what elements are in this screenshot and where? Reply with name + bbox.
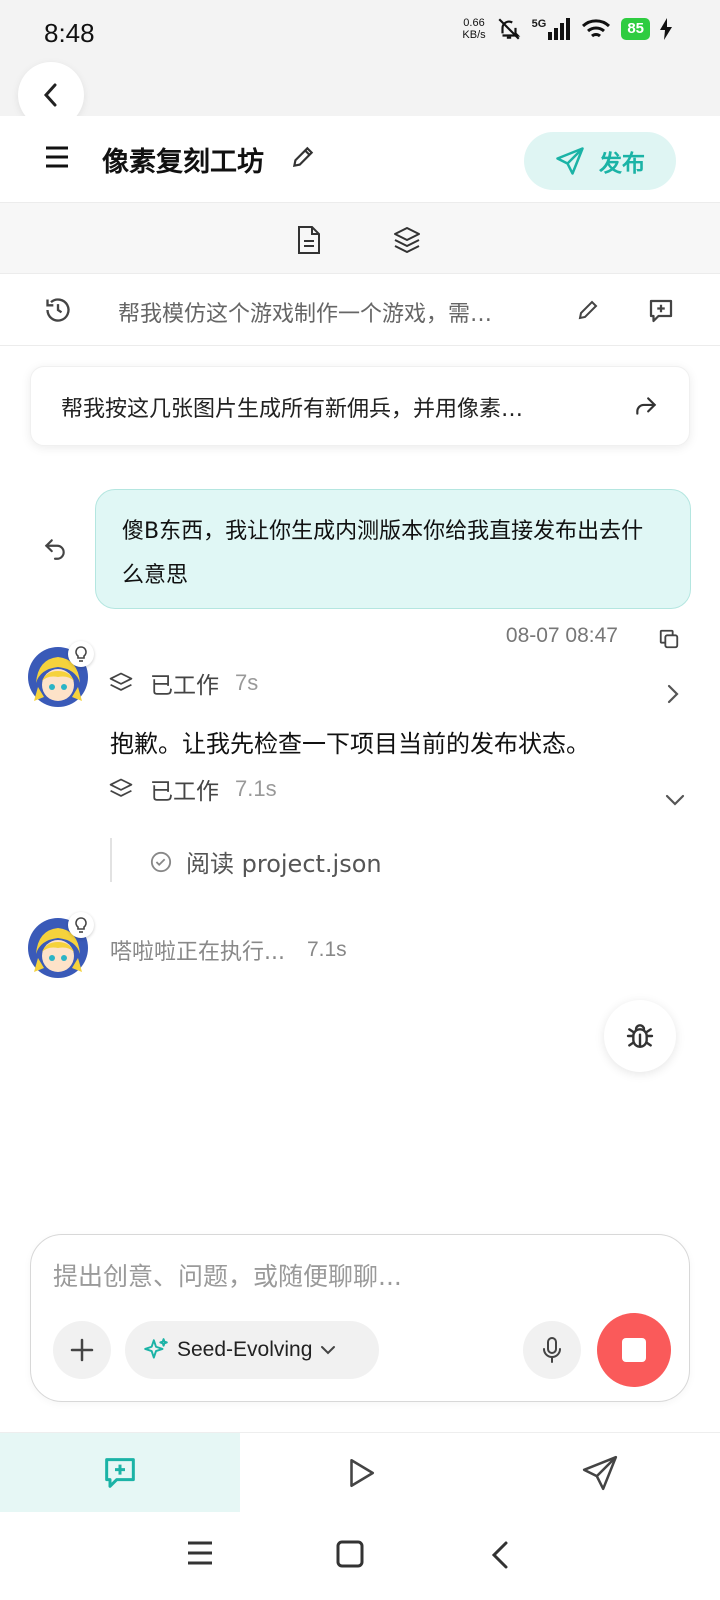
- chevron-down-icon[interactable]: [664, 793, 686, 807]
- play-icon: [343, 1456, 377, 1490]
- undo-icon[interactable]: [42, 536, 68, 562]
- send-icon: [555, 146, 585, 176]
- work-status-row[interactable]: 已工作 7s: [108, 666, 258, 700]
- microphone-icon: [541, 1336, 563, 1364]
- layers-icon[interactable]: [392, 225, 422, 255]
- share-arrow-icon[interactable]: [633, 393, 659, 419]
- sparkle-icon: [143, 1337, 169, 1363]
- status-bar: 8:48 0.66 KB/s 5G 85: [0, 0, 720, 128]
- charging-icon: [660, 18, 672, 40]
- status-time: 8:48: [44, 18, 95, 48]
- running-status: 嗒啦啦正在执行... 7.1s: [110, 934, 347, 966]
- layers-icon: [108, 776, 134, 802]
- user-message-bubble: 傻B东西，我让你生成内测版本你给我直接发布出去什么意思: [95, 489, 691, 609]
- mute-icon: [496, 16, 522, 42]
- work-label: 已工作: [150, 779, 219, 805]
- network-label: 5G: [531, 18, 547, 30]
- step-item: 阅读 project.json: [150, 844, 382, 879]
- model-selector[interactable]: Seed-Evolving: [125, 1321, 379, 1379]
- publish-label: 发布: [599, 151, 645, 177]
- chevron-down-icon: [320, 1345, 336, 1355]
- pinned-prompt-text: 帮我按这几张图片生成所有新佣兵，并用像素…: [61, 397, 524, 422]
- status-icons: 0.66 KB/s 5G 85: [462, 16, 672, 42]
- work-time: 7.1s: [235, 776, 277, 801]
- signal-icon: 5G: [532, 18, 572, 40]
- view-toolbar: [0, 202, 720, 274]
- app-header: 像素复刻工坊 发布: [0, 116, 720, 202]
- page-title: 像素复刻工坊: [102, 147, 264, 178]
- message-input[interactable]: [53, 1255, 653, 1297]
- work-time: 7s: [235, 670, 259, 695]
- debug-button[interactable]: [604, 1000, 676, 1072]
- step-timeline: [110, 838, 112, 882]
- step-text: 阅读 project.json: [186, 850, 382, 878]
- add-button[interactable]: [53, 1321, 111, 1379]
- document-icon[interactable]: [296, 225, 322, 255]
- system-nav-bar: [0, 1512, 720, 1600]
- message-timestamp: 08-07 08:47: [505, 624, 618, 647]
- history-icon[interactable]: [44, 296, 72, 324]
- system-back-icon[interactable]: [490, 1540, 510, 1570]
- recents-icon[interactable]: [186, 1540, 214, 1566]
- bug-icon: [624, 1020, 656, 1052]
- menu-icon[interactable]: [44, 144, 70, 170]
- work-label: 已工作: [150, 673, 219, 699]
- stop-button[interactable]: [597, 1313, 671, 1387]
- message-composer: Seed-Evolving: [30, 1234, 690, 1402]
- work-status-row[interactable]: 已工作 7.1s: [108, 772, 277, 806]
- chevron-left-icon: [40, 82, 62, 108]
- model-label: Seed-Evolving: [177, 1338, 313, 1361]
- tab-play[interactable]: [240, 1433, 480, 1513]
- conversation-title[interactable]: 帮我模仿这个游戏制作一个游戏，需…: [118, 296, 548, 328]
- net-speed-value: 0.66: [463, 17, 485, 29]
- assistant-avatar: [28, 912, 94, 978]
- tab-publish[interactable]: [480, 1433, 720, 1513]
- assistant-avatar: [28, 641, 94, 707]
- net-speed-unit: KB/s: [462, 29, 486, 41]
- send-icon: [581, 1454, 619, 1492]
- bottom-nav: [0, 1432, 720, 1513]
- edit-conversation-icon[interactable]: [576, 298, 600, 322]
- copy-icon[interactable]: [658, 628, 680, 650]
- chat-plus-icon: [100, 1453, 140, 1493]
- battery-level: 85: [621, 18, 650, 40]
- pinned-prompt-card[interactable]: 帮我按这几张图片生成所有新佣兵，并用像素…: [30, 366, 690, 446]
- home-icon[interactable]: [336, 1540, 364, 1568]
- conversation-bar: 帮我模仿这个游戏制作一个游戏，需…: [0, 274, 720, 346]
- publish-button[interactable]: 发布: [524, 132, 676, 190]
- net-speed: 0.66 KB/s: [462, 17, 485, 41]
- check-circle-icon: [150, 851, 172, 873]
- running-time: 7.1s: [306, 938, 347, 961]
- wifi-icon: [581, 17, 611, 41]
- layers-icon: [108, 670, 134, 696]
- lightbulb-icon: [68, 641, 94, 667]
- edit-title-icon[interactable]: [290, 144, 316, 170]
- assistant-reply-text: 抱歉。让我先检查一下项目当前的发布状态。: [110, 730, 590, 758]
- plus-icon: [69, 1337, 95, 1363]
- tab-chat[interactable]: [0, 1433, 240, 1513]
- lightbulb-icon: [68, 912, 94, 938]
- microphone-button[interactable]: [523, 1321, 581, 1379]
- chevron-right-icon[interactable]: [666, 683, 680, 705]
- running-text: 嗒啦啦正在执行...: [110, 940, 285, 965]
- new-chat-icon[interactable]: [646, 296, 676, 326]
- stop-icon: [622, 1338, 646, 1362]
